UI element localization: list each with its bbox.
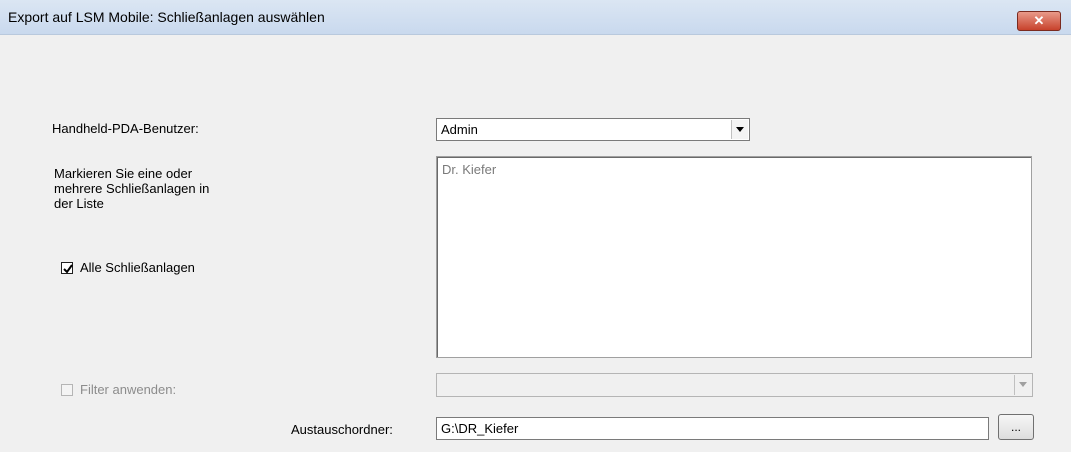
exchange-folder-label: Austauschordner: bbox=[291, 422, 393, 437]
list-item[interactable]: Dr. Kiefer bbox=[442, 162, 496, 177]
exchange-folder-value: G:\DR_Kiefer bbox=[441, 421, 519, 436]
browse-button[interactable]: ... bbox=[998, 414, 1034, 440]
locking-systems-list[interactable]: Dr. Kiefer bbox=[436, 156, 1032, 358]
instruction-line: Markieren Sie eine oder bbox=[54, 166, 193, 181]
filter-dropdown[interactable] bbox=[436, 373, 1033, 397]
instruction-line: mehrere Schließanlagen in bbox=[54, 181, 210, 196]
title-bar: Export auf LSM Mobile: Schließanlagen au… bbox=[0, 0, 1071, 35]
filter-label: Filter anwenden: bbox=[80, 382, 177, 397]
instruction-line: der Liste bbox=[54, 196, 104, 211]
all-locking-systems-checkbox[interactable] bbox=[61, 262, 73, 274]
exchange-folder-input[interactable]: G:\DR_Kiefer bbox=[436, 417, 989, 440]
chevron-down-icon bbox=[1019, 382, 1027, 387]
pda-user-label: Handheld-PDA-Benutzer: bbox=[52, 121, 199, 136]
chevron-down-icon bbox=[736, 127, 744, 132]
filter-dropdown-button[interactable] bbox=[1014, 375, 1031, 395]
close-icon: ✕ bbox=[1033, 13, 1045, 28]
window-title: Export auf LSM Mobile: Schließanlagen au… bbox=[8, 9, 325, 25]
pda-user-value: Admin bbox=[441, 122, 478, 137]
pda-user-dropdown[interactable]: Admin bbox=[436, 118, 750, 141]
checkmark-icon bbox=[63, 264, 73, 274]
dropdown-button[interactable] bbox=[731, 120, 748, 139]
all-locking-systems-label[interactable]: Alle Schließanlagen bbox=[80, 260, 195, 275]
instruction-text: Markieren Sie eine oder mehrere Schließa… bbox=[54, 166, 209, 211]
close-button[interactable]: ✕ bbox=[1017, 11, 1061, 31]
filter-checkbox[interactable] bbox=[61, 384, 73, 396]
